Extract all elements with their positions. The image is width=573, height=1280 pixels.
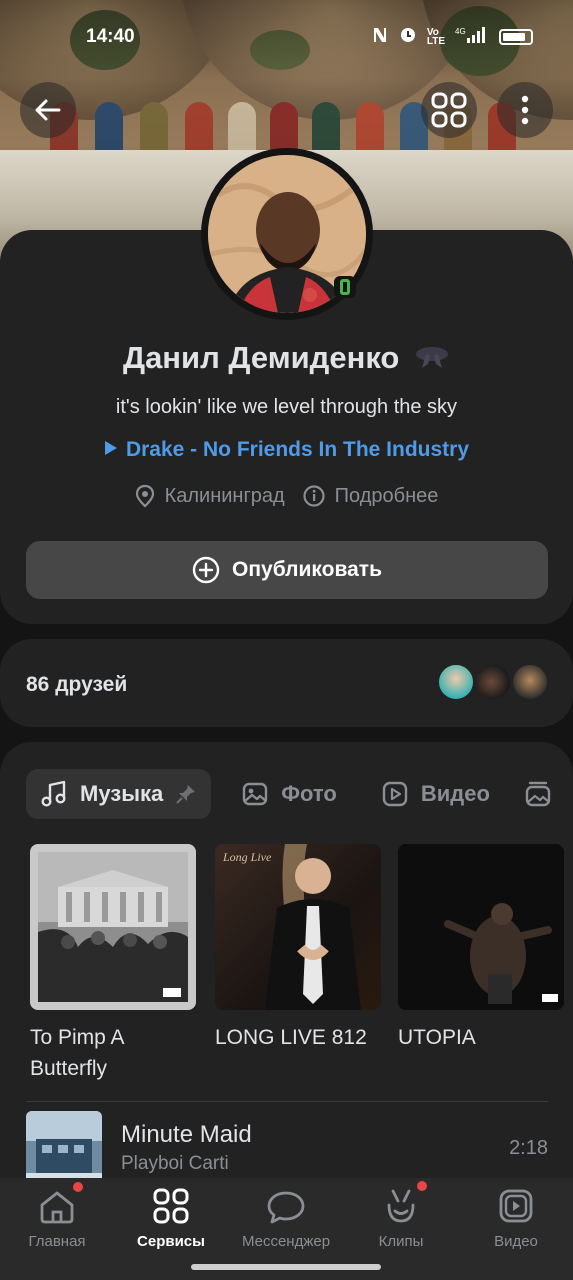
status-time: 14:40 (86, 26, 135, 47)
location-pin-icon (135, 484, 154, 508)
song-artist: Playboi Carti (121, 1153, 229, 1174)
profile-status-text: it's lookin' like we level through the s… (115, 396, 458, 418)
nav-video[interactable]: Видео (459, 1178, 573, 1258)
nav-home-label: Главная (28, 1233, 86, 1250)
profile-meta: Калининград Подробнее (0, 484, 573, 508)
services-grid-icon (153, 1188, 189, 1224)
album-title: To Pimp A Butterfly (30, 1026, 124, 1080)
friend-avatar (437, 663, 475, 701)
tab-albums[interactable] (520, 769, 552, 819)
photo-icon (243, 782, 268, 806)
info-icon (303, 485, 325, 507)
svg-text:4G: 4G (455, 27, 466, 36)
friends-count: 86 друзей (26, 673, 128, 696)
nav-messenger[interactable]: Мессенджер (229, 1178, 343, 1258)
music-note-icon (41, 780, 66, 807)
grid-icon (431, 92, 467, 128)
nav-video-label: Видео (494, 1233, 538, 1250)
nav-clips-label: Клипы (378, 1233, 424, 1250)
album-cover: Long Live (215, 844, 381, 1010)
friend-avatar (474, 663, 512, 701)
album-title: LONG LIVE 812 (215, 1026, 367, 1049)
tab-music-label: Музыка (80, 781, 164, 806)
song-duration: 2:18 (509, 1137, 548, 1159)
nav-messenger-label: Мессенджер (241, 1233, 331, 1250)
divider (26, 1101, 548, 1102)
services-button[interactable] (421, 82, 477, 138)
nav-home[interactable]: Главная (0, 1178, 114, 1258)
tab-photo-label: Фото (281, 781, 337, 806)
tab-music[interactable]: Музыка (26, 769, 212, 819)
city-info: Калининград (135, 484, 285, 508)
more-vertical-icon (521, 95, 529, 125)
back-arrow-icon (35, 99, 61, 121)
album-cover-title: Long Live (223, 850, 272, 864)
tab-video[interactable]: Видео (367, 769, 504, 819)
home-indicator[interactable] (191, 1264, 381, 1270)
chat-bubble-icon (267, 1191, 305, 1224)
album-cover (398, 844, 564, 1010)
nav-services[interactable]: Сервисы (114, 1178, 228, 1258)
photo-albums-icon (525, 781, 551, 807)
tab-photo[interactable]: Фото (227, 769, 351, 819)
now-playing-link[interactable]: Drake - No Friends In The Industry (0, 438, 573, 462)
notification-badge (417, 1181, 427, 1191)
publish-button[interactable]: Опубликовать (26, 541, 548, 599)
now-playing-track: Drake - No Friends In The Industry (125, 438, 470, 461)
battery-icon (499, 28, 533, 45)
clips-icon (387, 1189, 415, 1223)
tab-video-label: Видео (420, 781, 490, 806)
more-button[interactable] (497, 82, 553, 138)
album-title: UTOPIA (398, 1026, 476, 1049)
back-button[interactable] (20, 82, 76, 138)
album-card[interactable]: Long Live LONG LIVE 812 (215, 844, 381, 1053)
song-title: Minute Maid (121, 1121, 252, 1148)
pin-icon (176, 785, 196, 804)
song-cover (26, 1111, 102, 1187)
nav-clips[interactable]: Клипы (344, 1178, 458, 1258)
notification-badge (73, 1182, 83, 1192)
friend-avatar (511, 663, 549, 701)
video-play-icon (382, 781, 408, 807)
nav-services-label: Сервисы (137, 1233, 205, 1250)
album-card[interactable]: To Pimp A Butterfly (30, 844, 196, 1084)
home-icon (40, 1191, 74, 1224)
plus-circle-icon (192, 556, 220, 584)
city-label: Калининград (164, 484, 285, 507)
custom-emoji-icon (414, 342, 450, 378)
alarm-icon (399, 26, 417, 47)
song-row[interactable]: Minute Maid Playboi Carti 2:18 (26, 1111, 548, 1187)
status-bar: 14:40 Vo LTE 4G (0, 0, 573, 72)
play-icon (104, 438, 118, 462)
signal-icon: 4G (455, 26, 489, 47)
online-status-icon (334, 276, 356, 298)
nfc-icon (371, 26, 389, 47)
profile-name: Данил Демиденко (0, 340, 573, 378)
video-icon (499, 1189, 533, 1223)
media-tabs: Музыка Фото Видео (26, 769, 552, 819)
album-card[interactable]: UTOPIA (398, 844, 564, 1053)
more-info-label: Подробнее (334, 484, 439, 507)
volte-icon: Vo LTE (426, 26, 445, 47)
more-info-link[interactable]: Подробнее (303, 484, 439, 508)
profile-screen: 14:40 Vo LTE 4G Данил Демиденко it's loo… (0, 0, 573, 1280)
album-cover (30, 844, 196, 1010)
publish-label: Опубликовать (232, 558, 382, 581)
